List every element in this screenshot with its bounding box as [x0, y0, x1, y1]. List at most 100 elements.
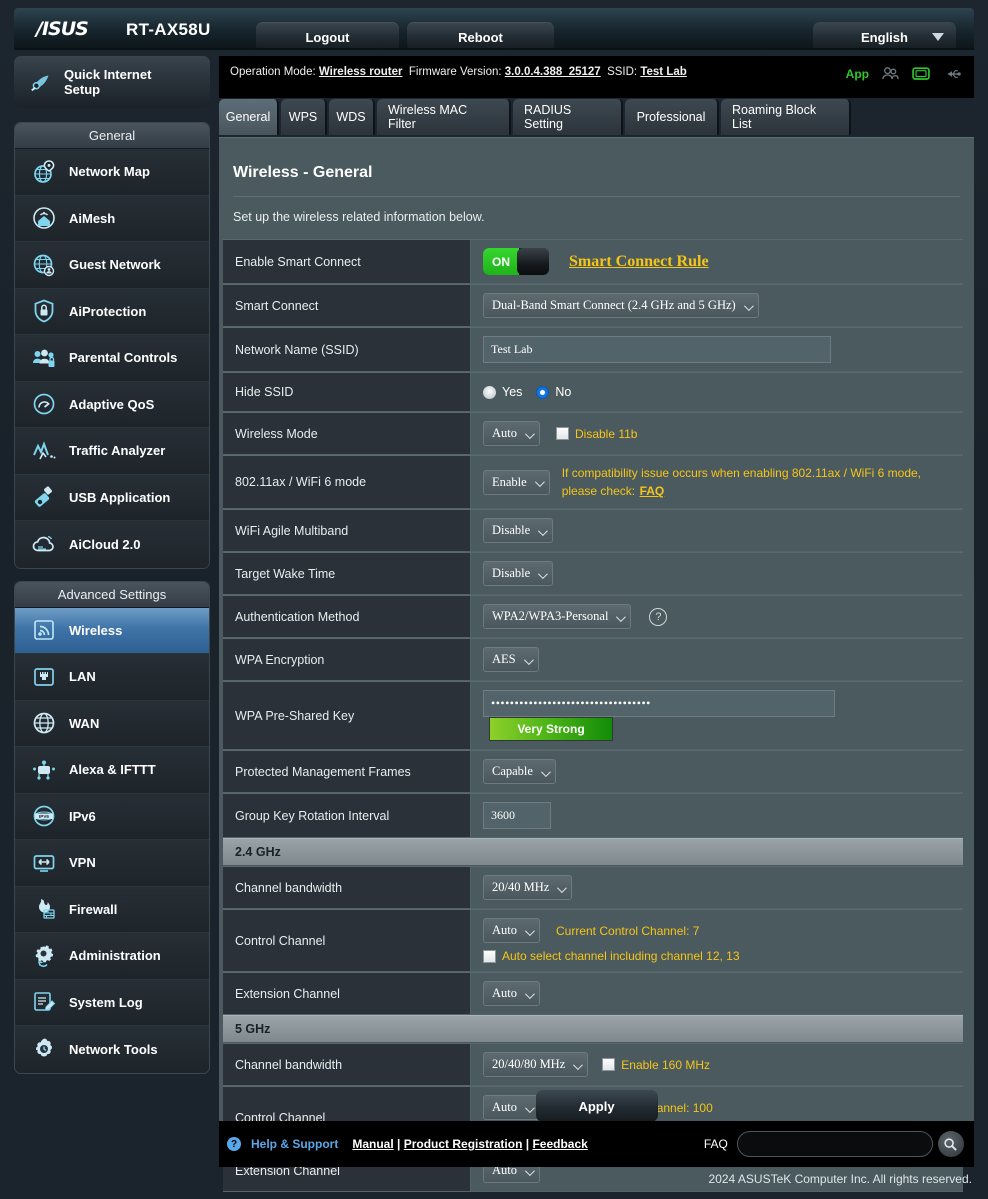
ssid-value[interactable]: Test Lab: [640, 66, 686, 78]
row-label: Smart Connect: [223, 285, 471, 326]
app-link[interactable]: App: [846, 67, 869, 81]
usb-icon[interactable]: [942, 64, 962, 84]
faq-search-input[interactable]: [736, 1131, 933, 1157]
sidebar-item-ipv6[interactable]: IPV6 IPv6: [15, 793, 209, 840]
wireless-mode-select[interactable]: Auto: [483, 421, 540, 446]
sidebar-item-lan[interactable]: LAN: [15, 654, 209, 701]
faq-link[interactable]: FAQ: [640, 484, 665, 498]
page-footer: ? Help & Support Manual | Product Regist…: [219, 1121, 974, 1167]
sidebar-item-firewall[interactable]: Firewall: [15, 886, 209, 933]
wifi6-mode-select[interactable]: Enable: [483, 469, 550, 495]
pmf-select[interactable]: Capable: [483, 759, 556, 784]
sidebar-general-header: General: [15, 123, 209, 149]
search-icon[interactable]: [937, 1131, 964, 1157]
row-label: Channel bandwidth: [223, 867, 471, 908]
ssid-input[interactable]: [483, 336, 831, 363]
sidebar-item-alexa-ifttt[interactable]: Alexa & IFTTT: [15, 747, 209, 794]
table-row: Wireless Mode Auto Disable 11b: [223, 412, 963, 455]
feedback-link[interactable]: Feedback: [532, 1137, 587, 1151]
tab-wds[interactable]: WDS: [329, 99, 375, 135]
extension-channel-24-select[interactable]: Auto: [483, 981, 540, 1006]
apply-button[interactable]: Apply: [535, 1090, 658, 1122]
row-value: Auto Current Control Channel: 7 Auto sel…: [471, 910, 963, 971]
smart-connect-rule-link[interactable]: Smart Connect Rule: [569, 253, 709, 271]
reboot-button[interactable]: Reboot: [407, 22, 554, 50]
firmware-label: Firmware Version:: [408, 66, 502, 78]
channel-bandwidth-24-select[interactable]: 20/40 MHz: [483, 875, 573, 900]
help-circle-icon: ?: [227, 1137, 241, 1151]
sidebar-item-label: Wireless: [69, 622, 123, 638]
smart-connect-toggle[interactable]: ON: [483, 248, 549, 275]
hide-ssid-no-option[interactable]: No: [536, 385, 571, 399]
sidebar-item-wan[interactable]: WAN: [15, 700, 209, 747]
firmware-value[interactable]: 3.0.0.4.388_25127: [505, 66, 601, 78]
wifi6-note-line2: please check:: [561, 484, 636, 498]
wifi6-note-line1: If compatibility issue occurs when enabl…: [561, 466, 922, 480]
tab-professional[interactable]: Professional: [625, 99, 719, 135]
globe-icon: [33, 712, 55, 734]
tab-wps[interactable]: WPS: [281, 99, 327, 135]
enable-160mhz-checkbox[interactable]: [602, 1058, 616, 1071]
users-icon[interactable]: [880, 64, 900, 84]
sidebar-item-network-map[interactable]: Network Map: [15, 149, 209, 196]
asus-logo: /ISUS: [36, 18, 89, 40]
product-registration-link[interactable]: Product Registration: [404, 1137, 523, 1151]
auth-method-select[interactable]: WPA2/WPA3-Personal: [483, 604, 632, 629]
hide-ssid-yes-option[interactable]: Yes: [483, 385, 522, 399]
sidebar-item-administration[interactable]: Administration: [15, 933, 209, 980]
auto-select-channel-24-checkbox[interactable]: [483, 949, 496, 963]
table-row: Group Key Rotation Interval: [223, 793, 963, 838]
tab-radius-setting[interactable]: RADIUS Setting: [513, 99, 623, 135]
network-tools-icon: [36, 1038, 52, 1057]
sidebar-item-network-tools[interactable]: Network Tools: [15, 1026, 209, 1073]
sidebar-item-parental-controls[interactable]: Parental Controls: [15, 335, 209, 382]
quick-internet-setup-button[interactable]: Quick Internet Setup: [14, 56, 210, 108]
wireless-settings-table: Enable Smart Connect ON Smart Connect Ru…: [223, 239, 963, 1192]
radio-no[interactable]: [536, 385, 550, 399]
sidebar-item-traffic-analyzer[interactable]: Traffic Analyzer: [15, 428, 209, 475]
operation-mode-value[interactable]: Wireless router: [319, 66, 403, 78]
sidebar-item-aicloud[interactable]: AiCloud 2.0: [15, 521, 209, 568]
monitor-icon[interactable]: [911, 64, 931, 84]
wpa-preshared-key-input[interactable]: [483, 690, 835, 717]
sidebar-item-system-log[interactable]: System Log: [15, 979, 209, 1026]
sidebar-item-aimesh[interactable]: AiMesh: [15, 195, 209, 242]
disable-11b-checkbox[interactable]: [556, 427, 569, 440]
agile-multiband-select[interactable]: Disable: [483, 518, 554, 543]
band-header-24ghz: 2.4 GHz: [223, 838, 963, 866]
row-label: Target Wake Time: [223, 553, 471, 594]
row-value: Yes No: [471, 373, 963, 411]
wpa-encryption-select[interactable]: AES: [483, 647, 539, 672]
sidebar-item-adaptive-qos[interactable]: Adaptive QoS: [15, 381, 209, 428]
sidebar-advanced-group: Advanced Settings Wireless LAN WAN Alexa…: [14, 580, 210, 1074]
tab-roaming-block-list[interactable]: Roaming Block List: [721, 99, 851, 135]
quick-internet-setup-label: Quick Internet Setup: [64, 67, 152, 97]
target-wake-time-select[interactable]: Disable: [483, 561, 554, 586]
language-selector[interactable]: English: [813, 22, 956, 50]
sidebar-item-guest-network[interactable]: Guest Network: [15, 242, 209, 289]
table-row: Authentication Method WPA2/WPA3-Personal…: [223, 595, 963, 638]
sidebar-item-wireless[interactable]: Wireless: [15, 607, 209, 654]
tab-general[interactable]: General: [219, 99, 279, 135]
logout-button[interactable]: Logout: [256, 22, 399, 50]
wireless-general-panel: Wireless - General Set up the wireless r…: [219, 137, 974, 1192]
smart-connect-select[interactable]: Dual-Band Smart Connect (2.4 GHz and 5 G…: [483, 293, 759, 318]
ipv6-icon: IPV6: [33, 805, 55, 827]
help-question-icon[interactable]: ?: [649, 607, 668, 626]
tab-wireless-mac-filter[interactable]: Wireless MAC Filter: [377, 99, 511, 135]
sidebar: Quick Internet Setup General Network Map…: [14, 56, 210, 1086]
sidebar-item-usb-application[interactable]: USB Application: [15, 474, 209, 521]
group-key-rotation-input[interactable]: [483, 802, 551, 829]
operation-info-text: Operation Mode: Wireless router Firmware…: [230, 66, 687, 78]
sidebar-item-vpn[interactable]: VPN: [15, 840, 209, 887]
sidebar-item-label: VPN: [69, 855, 96, 871]
parental-controls-icon: [33, 349, 55, 367]
radio-yes[interactable]: [483, 385, 496, 399]
sidebar-item-aiprotection[interactable]: AiProtection: [15, 288, 209, 335]
manual-link[interactable]: Manual: [352, 1137, 393, 1151]
row-label: Wireless Mode: [223, 413, 471, 454]
channel-bandwidth-5-select[interactable]: 20/40/80 MHz: [483, 1052, 589, 1077]
table-row: Enable Smart Connect ON Smart Connect Ru…: [223, 239, 963, 284]
toggle-on-label: ON: [483, 248, 519, 275]
control-channel-24-select[interactable]: Auto: [483, 918, 540, 943]
